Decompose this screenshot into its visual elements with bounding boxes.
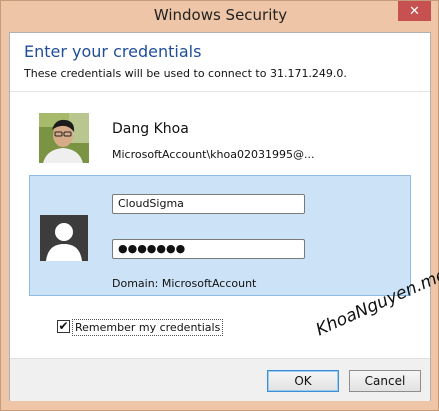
saved-account-name[interactable]: Dang Khoa <box>112 121 189 137</box>
credential-tile-selected[interactable]: CloudSigma ●●●●●●● Domain: MicrosoftAcco… <box>29 175 411 296</box>
user-silhouette-icon <box>40 215 88 261</box>
dialog-heading: Enter your credentials <box>24 42 202 61</box>
remember-label[interactable]: Remember my credentials <box>72 319 224 336</box>
security-dialog-window: Windows Security ✕ Enter your credential… <box>0 0 439 411</box>
close-icon: ✕ <box>409 3 420 18</box>
password-input[interactable]: ●●●●●●● <box>112 239 305 259</box>
window-title: Windows Security <box>153 6 288 24</box>
dialog-subtext: These credentials will be used to connec… <box>24 67 347 80</box>
saved-account-avatar[interactable] <box>39 113 89 163</box>
ok-button[interactable]: OK <box>267 370 339 392</box>
saved-account-id: MicrosoftAccount\khoa02031995@... <box>112 148 315 161</box>
domain-label: Domain: MicrosoftAccount <box>112 277 257 290</box>
title-bar[interactable]: Windows Security ✕ <box>2 1 439 29</box>
dialog-header: Enter your credentials These credentials… <box>10 33 430 87</box>
button-bar: OK Cancel <box>10 358 430 401</box>
cancel-button[interactable]: Cancel <box>349 370 421 392</box>
remember-checkbox[interactable]: ✔ <box>57 320 70 333</box>
generic-user-avatar <box>40 215 88 261</box>
header-divider <box>10 91 430 92</box>
checkmark-icon: ✔ <box>58 319 69 333</box>
user-photo-icon <box>39 113 89 163</box>
dialog-body: Enter your credentials These credentials… <box>9 32 431 401</box>
close-button[interactable]: ✕ <box>398 1 431 21</box>
username-input[interactable]: CloudSigma <box>112 194 305 214</box>
